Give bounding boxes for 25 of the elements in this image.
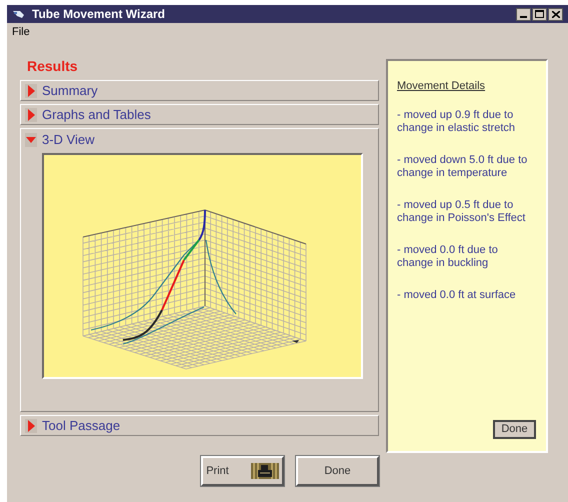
details-title: Movement Details (397, 79, 486, 94)
minimize-button[interactable] (516, 8, 531, 20)
detail-text: - moved up 0.9 ft due to change in elastic stretch (397, 108, 516, 134)
section-header[interactable]: Tool Passage (20, 415, 379, 436)
maximize-button[interactable] (532, 8, 547, 20)
close-button[interactable] (548, 8, 563, 20)
window-title: Tube Movement Wizard (32, 8, 166, 20)
section-header[interactable]: Summary (20, 80, 379, 101)
done-button[interactable]: Done (493, 420, 536, 439)
window-icon (12, 8, 26, 20)
triangle-right-icon (25, 84, 37, 98)
triangle-down-icon (25, 132, 37, 146)
detail-text: - moved up 0.5 ft due to change in Poisson's Effect (397, 198, 526, 224)
detail-text: - moved 0.0 ft due to change in buckling (397, 244, 499, 270)
section-header[interactable]: Graphs and Tables (20, 104, 379, 125)
close-icon (552, 10, 560, 18)
detail-text: - moved 0.0 ft at surface (397, 288, 517, 302)
menu-item[interactable]: File (12, 24, 30, 41)
print-button[interactable]: Print (201, 456, 284, 486)
triangle-right-icon (25, 418, 37, 432)
triangle-right-icon (25, 108, 37, 122)
detail-text: - moved down 5.0 ft due to change in temperature (397, 154, 528, 180)
results-heading: Results (27, 57, 79, 76)
printer-icon (250, 463, 279, 479)
done-button[interactable]: Done (296, 456, 379, 486)
